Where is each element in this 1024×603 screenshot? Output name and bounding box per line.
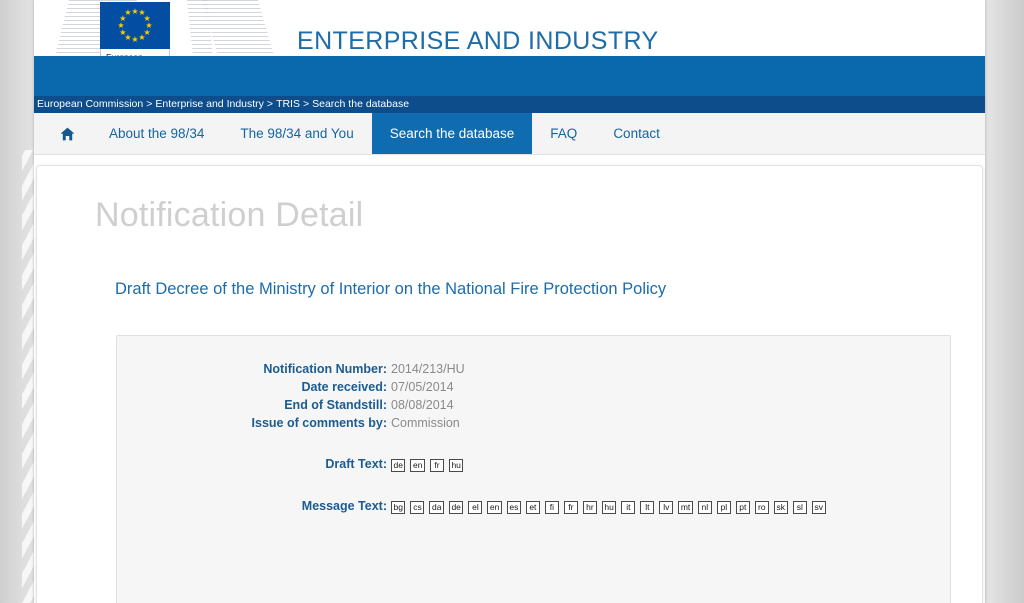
breadcrumb-separator: >: [302, 98, 310, 110]
notification-detail-panel: Notification Number: 2014/213/HU Date rece…: [116, 335, 951, 603]
nav-item-label: About the 98/34: [109, 126, 205, 141]
page-title: Notification Detail: [95, 196, 364, 234]
detail-field-value: Commission: [391, 416, 460, 430]
ec-header: ★★★★★★★★★★★★ European Commission ENTERPR…: [34, 0, 985, 56]
detail-field-row: Issue of comments by: Commission: [117, 416, 950, 430]
message-text-row: Message Text: bg cs da de el en es et fi fr hr hu it…: [117, 499, 950, 514]
nav-item-label: Contact: [613, 126, 660, 141]
draft-text-label: Draft Text:: [325, 457, 387, 471]
detail-field-value: 08/08/2014: [391, 398, 454, 412]
draft-text-language-list: de en fr hu: [387, 459, 464, 472]
detail-field-value: 2014/213/HU: [391, 362, 465, 376]
language-chip-lv[interactable]: lv: [659, 501, 674, 514]
language-chip-ro[interactable]: ro: [754, 501, 769, 514]
language-chip-de[interactable]: de: [448, 501, 464, 514]
language-chip-da[interactable]: da: [429, 501, 444, 514]
language-chip-fr[interactable]: fr: [429, 459, 444, 472]
language-chip-sk[interactable]: sk: [773, 501, 788, 514]
breadcrumb-separator: >: [266, 98, 274, 110]
breadcrumb-item[interactable]: European Commission: [37, 98, 143, 110]
language-chip-el[interactable]: el: [468, 501, 483, 514]
language-chip-hr[interactable]: hr: [582, 501, 597, 514]
eu-star-icon: ★: [117, 20, 125, 30]
language-chip-sl[interactable]: sl: [792, 501, 807, 514]
detail-field-row: Date received: 07/05/2014: [117, 380, 950, 394]
ec-logo-caption: European Commission: [100, 49, 170, 56]
nav-item-about-the-98-34[interactable]: About the 98/34: [91, 113, 222, 154]
language-chip-it[interactable]: it: [621, 501, 636, 514]
language-chip-en[interactable]: en: [410, 459, 425, 472]
eu-star-icon: ★: [131, 34, 139, 44]
language-chip-mt[interactable]: mt: [678, 501, 693, 514]
language-chip-nl[interactable]: nl: [697, 501, 712, 514]
notification-fields: Notification Number: 2014/213/HU Date rece…: [117, 336, 950, 430]
eu-star-icon: ★: [124, 8, 132, 18]
detail-field-row: Notification Number: 2014/213/HU: [117, 362, 950, 376]
eu-star-icon: ★: [138, 32, 146, 42]
breadcrumb-item[interactable]: Search the database: [312, 98, 409, 110]
language-chip-es[interactable]: es: [506, 501, 521, 514]
brand-blue-band: [34, 56, 985, 96]
language-chip-fi[interactable]: fi: [544, 501, 559, 514]
eu-star-icon: ★: [119, 27, 127, 37]
language-chip-sv[interactable]: sv: [811, 501, 826, 514]
site-title: ENTERPRISE AND INDUSTRY: [297, 27, 659, 55]
detail-field-label: Date received:: [301, 380, 387, 394]
language-chip-et[interactable]: et: [525, 501, 540, 514]
language-chip-cs[interactable]: cs: [410, 501, 425, 514]
breadcrumb-item[interactable]: TRIS: [276, 98, 300, 110]
nav-item-label: Search the database: [389, 126, 515, 141]
language-chip-de[interactable]: de: [391, 459, 406, 472]
detail-field-label: End of Standstill:: [284, 398, 387, 412]
language-chip-pl[interactable]: pl: [716, 501, 731, 514]
nav-item-label: FAQ: [550, 126, 578, 141]
nav-item-the-98-34-and-you[interactable]: The 98/34 and You: [222, 113, 371, 154]
home-icon: [60, 127, 75, 140]
message-text-label: Message Text:: [301, 499, 387, 513]
detail-field-label: Issue of comments by:: [251, 416, 387, 430]
content-card: Notification Detail Draft Decree of the …: [36, 165, 983, 603]
message-text-language-list: bg cs da de el en es et fi fr hr hu it lt lv mt nl pl pt ro…: [387, 501, 826, 514]
draft-text-row: Draft Text: de en fr hu: [117, 457, 950, 472]
breadcrumb: European Commission > Enterprise and Indus…: [34, 96, 985, 113]
nav-item-faq[interactable]: FAQ: [532, 113, 595, 154]
nav-item-contact[interactable]: Contact: [595, 113, 678, 154]
language-chip-bg[interactable]: bg: [391, 501, 406, 514]
main-navigation: About the 98/34 The 98/34 and You Search t…: [34, 113, 985, 155]
nav-item-search-the-database[interactable]: Search the database: [371, 113, 533, 154]
ec-logo-caption-line1: European: [106, 52, 165, 56]
language-chip-fr[interactable]: fr: [563, 501, 578, 514]
eu-flag-icon: ★ ★ ★ ★ ★ ★ ★ ★ ★ ★ ★ ★: [100, 2, 170, 49]
detail-field-label: Notification Number:: [263, 362, 387, 376]
detail-field-row: End of Standstill: 08/08/2014: [117, 398, 950, 412]
language-chip-hu[interactable]: hu: [601, 501, 617, 514]
language-chip-lt[interactable]: lt: [640, 501, 655, 514]
breadcrumb-separator: >: [146, 98, 153, 110]
language-chip-pt[interactable]: pt: [735, 501, 750, 514]
header-wave-pattern-right: [201, 0, 275, 56]
site-column: ★★★★★★★★★★★★ European Commission ENTERPR…: [34, 0, 985, 603]
breadcrumb-item[interactable]: Enterprise and Industry: [155, 98, 264, 110]
nav-item-label: The 98/34 and You: [240, 126, 354, 141]
language-chip-hu[interactable]: hu: [448, 459, 464, 472]
ec-logo[interactable]: ★★★★★★★★★★★★ European Commission: [100, 2, 170, 56]
language-chip-en[interactable]: en: [487, 501, 502, 514]
sidebar-item-home[interactable]: [48, 113, 91, 154]
detail-field-value: 07/05/2014: [391, 380, 454, 394]
page-background: ★★★★★★★★★★★★ European Commission ENTERPR…: [0, 0, 1024, 603]
document-title: Draft Decree of the Ministry of Interior…: [115, 280, 667, 298]
